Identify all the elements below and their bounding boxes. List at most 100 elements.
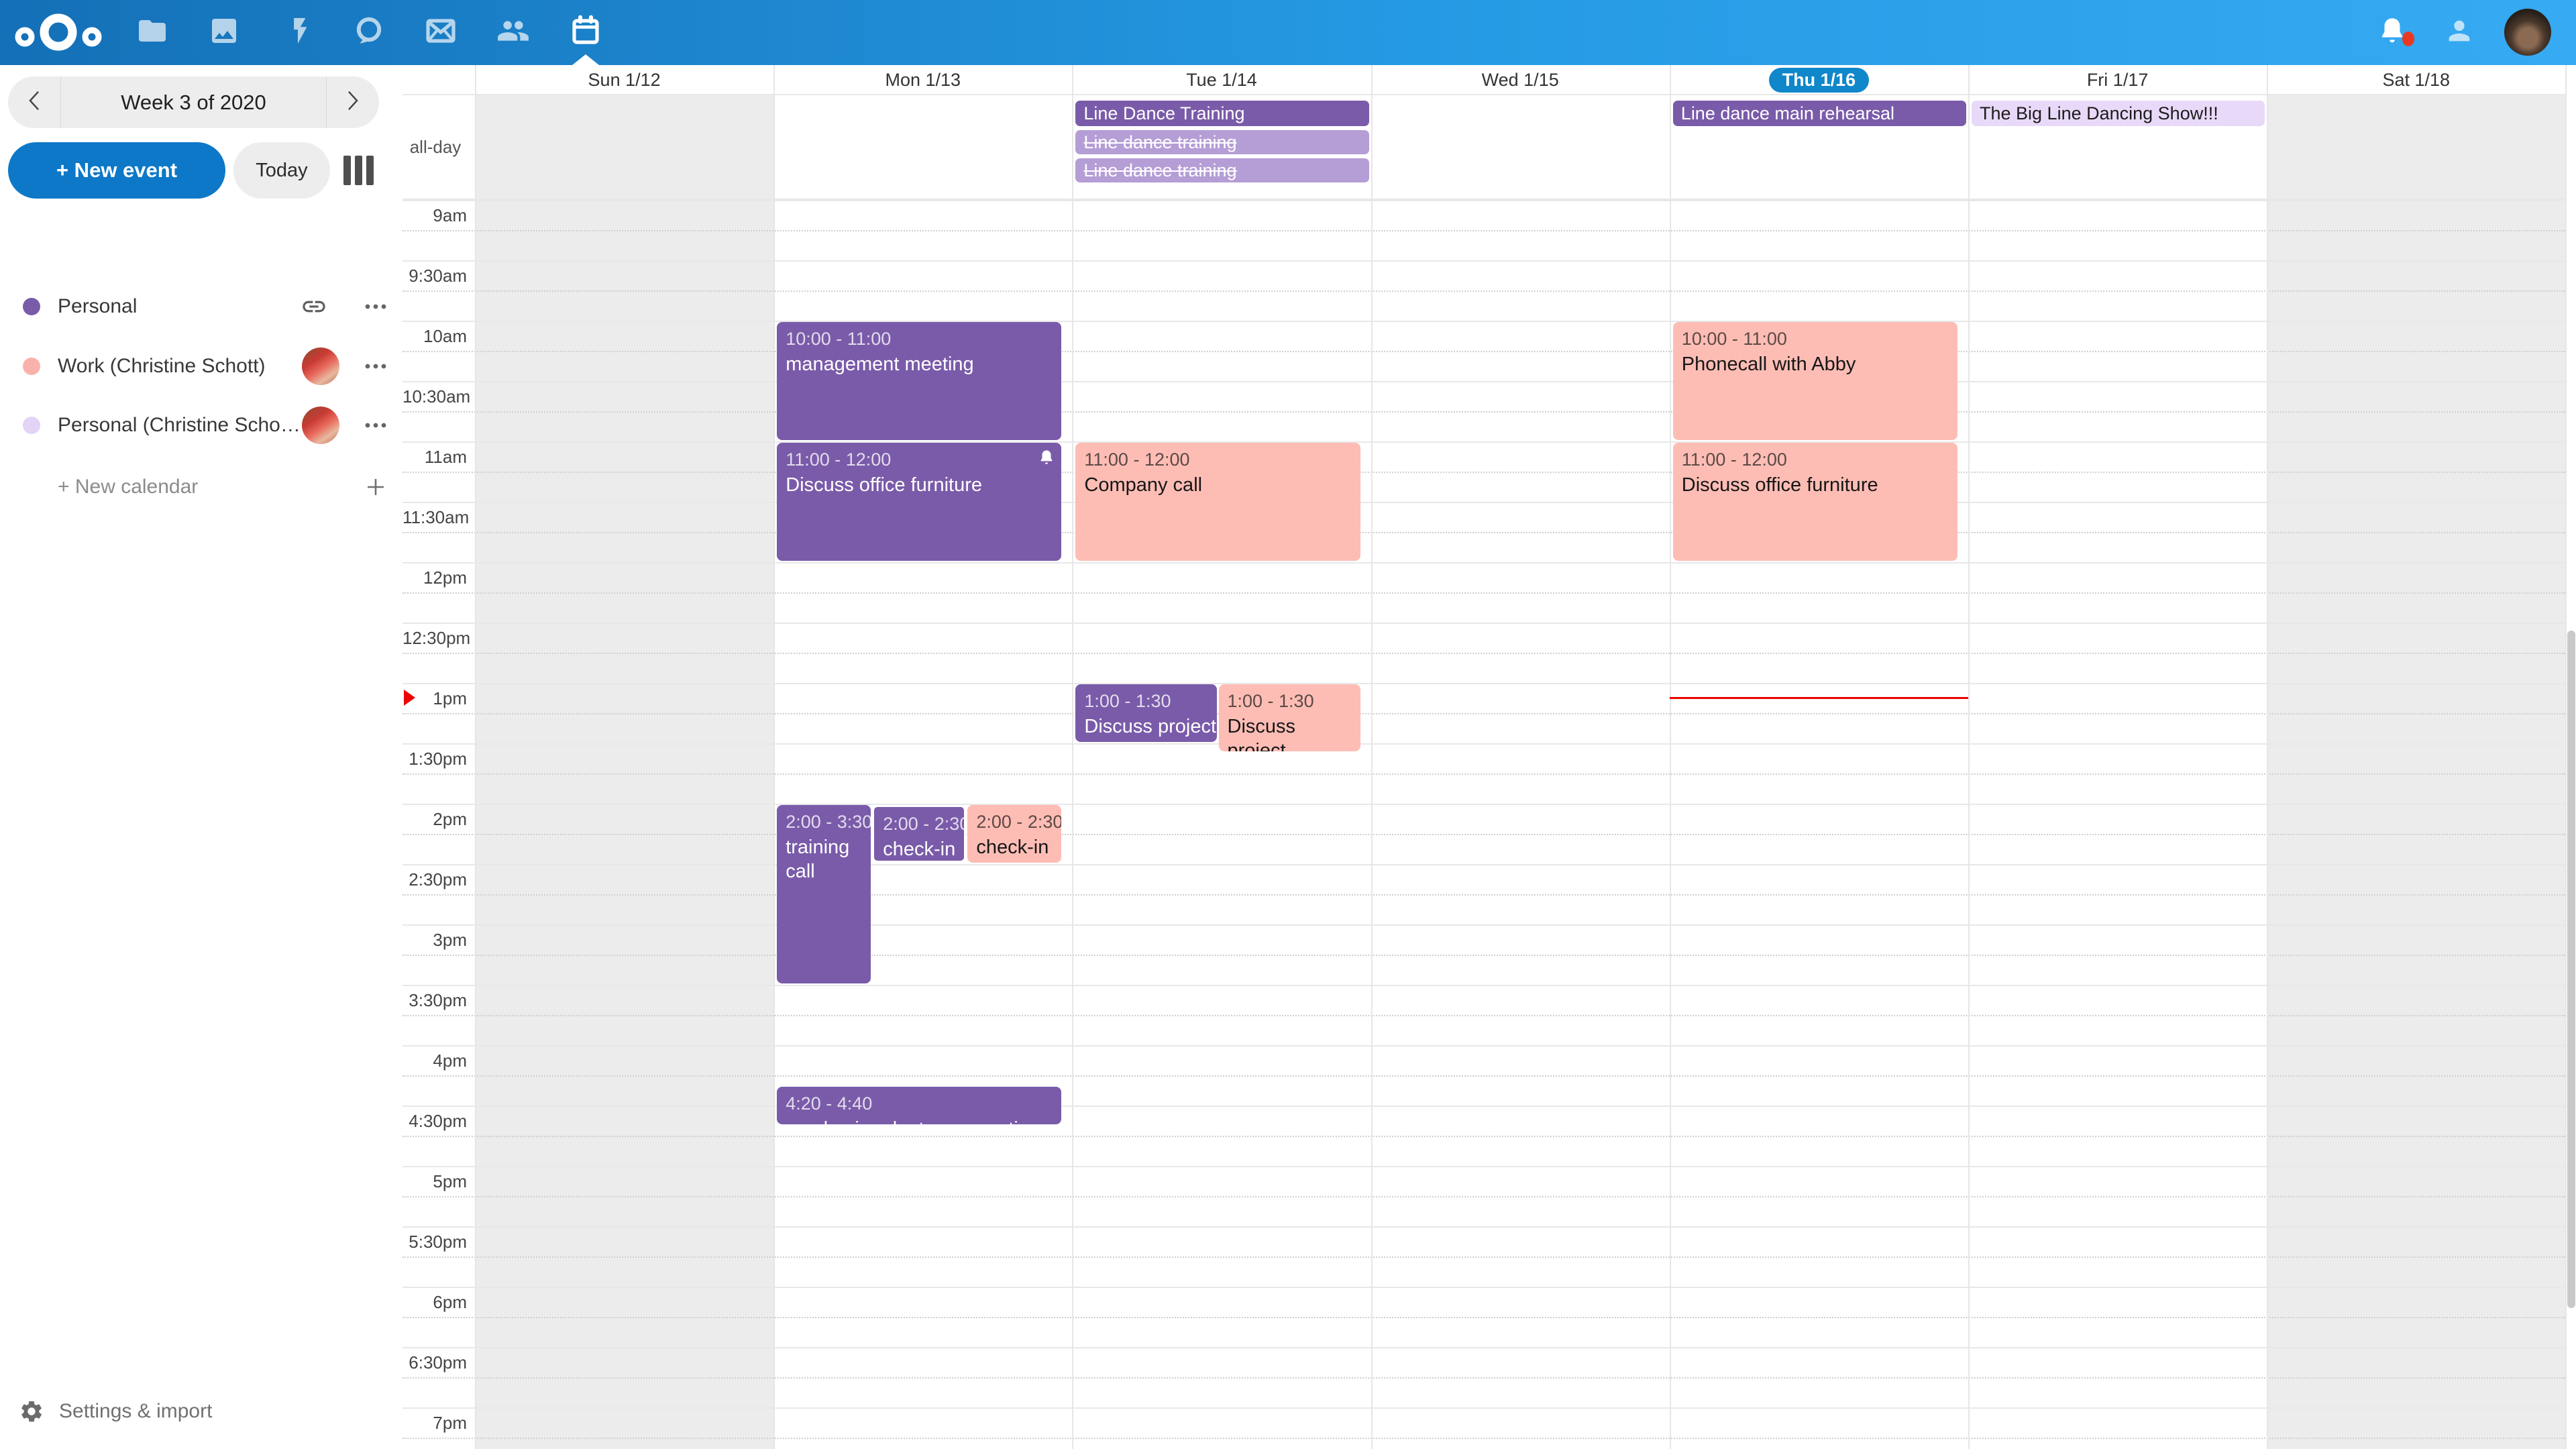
mail-app-button[interactable]: [405, 0, 476, 65]
weekend-column-shading: [2267, 95, 2565, 1449]
nextcloud-logo[interactable]: [13, 0, 104, 65]
slot-minor-line: [402, 653, 2565, 654]
slot-line: [402, 441, 2565, 443]
slot-line: [402, 260, 2565, 262]
event[interactable]: 11:00 - 12:00Discuss office furniture: [1673, 443, 1957, 561]
more-options-icon[interactable]: [361, 352, 390, 381]
calendar-list-item[interactable]: Personal (Christine Scho…: [0, 396, 402, 455]
event[interactable]: 11:00 - 12:00Company call: [1075, 443, 1360, 561]
time-label: 2:30pm: [402, 869, 467, 890]
event-title: purchasing dept conversation: [786, 1117, 1055, 1124]
time-label: 7pm: [402, 1413, 467, 1434]
notifications-button[interactable]: [2365, 0, 2419, 65]
event-time: 11:00 - 12:00: [1682, 448, 1951, 471]
contacts-menu-button[interactable]: [2432, 0, 2486, 65]
allday-event[interactable]: Line dance training: [1075, 130, 1368, 154]
settings-import-button[interactable]: Settings & import: [19, 1391, 212, 1432]
slot-minor-line: [402, 1317, 2565, 1318]
slot-line: [402, 200, 2565, 201]
alarm-bell-icon: [1038, 449, 1055, 470]
event[interactable]: 10:00 - 11:00Phonecall with Abby: [1673, 322, 1957, 440]
previous-week-button[interactable]: [8, 76, 60, 128]
time-label: 11:30am: [402, 507, 467, 528]
contacts-app-button[interactable]: [477, 0, 549, 65]
allday-event[interactable]: Line Dance Training: [1075, 101, 1368, 126]
slot-minor-line: [402, 472, 2565, 473]
event[interactable]: 10:00 - 11:00management meeting: [777, 322, 1061, 440]
day-header-wed[interactable]: Wed 1/15: [1371, 65, 1670, 95]
allday-event[interactable]: Line dance main rehearsal: [1673, 101, 1966, 126]
event-time: 11:00 - 12:00: [1084, 448, 1353, 471]
event-title: Discuss project announcement: [1084, 714, 1210, 739]
day-header-thu[interactable]: Thu 1/16: [1670, 65, 1968, 95]
event-time: 10:00 - 11:00: [786, 327, 1055, 350]
scrollbar-thumb[interactable]: [2567, 631, 2575, 1308]
column-border: [1670, 65, 1671, 1449]
slot-line: [402, 623, 2565, 624]
time-label: 12pm: [402, 568, 467, 588]
day-header-fri[interactable]: Fri 1/17: [1968, 65, 2267, 95]
slot-line: [402, 1347, 2565, 1348]
chevron-right-icon: [344, 89, 362, 115]
event-time: 2:00 - 3:30: [786, 810, 864, 833]
shared-by-avatar: [302, 347, 339, 385]
event-title: Company call: [1084, 473, 1353, 497]
allday-event[interactable]: Line dance training: [1075, 158, 1368, 182]
event[interactable]: 2:00 - 2:30check-in: [872, 805, 966, 863]
user-avatar[interactable]: [2504, 9, 2551, 56]
view-switcher-button[interactable]: [343, 156, 378, 185]
share-link-icon[interactable]: [299, 292, 329, 321]
talk-app-button[interactable]: [333, 0, 405, 65]
event-title: Discuss office furniture: [1682, 473, 1951, 497]
event-title: management meeting: [786, 352, 1055, 376]
calendar-color-dot: [23, 358, 40, 375]
event[interactable]: 1:00 - 1:30Discuss project announcement: [1219, 684, 1360, 751]
day-header-sat[interactable]: Sat 1/18: [2267, 65, 2565, 95]
event-title: Discuss project announcement: [1228, 714, 1354, 751]
now-indicator-arrow: [404, 690, 415, 706]
event[interactable]: 2:00 - 3:30training call: [777, 805, 871, 983]
day-header-mon[interactable]: Mon 1/13: [773, 65, 1072, 95]
calendar-name: Personal: [58, 277, 137, 336]
next-week-button[interactable]: [327, 76, 379, 128]
calendar-icon: [570, 15, 602, 50]
event[interactable]: 1:00 - 1:30Discuss project announcement: [1075, 684, 1217, 742]
calendar-color-dot: [23, 417, 40, 434]
photos-icon: [208, 15, 240, 50]
slot-line: [402, 924, 2565, 926]
calendar-list-item[interactable]: Personal: [0, 277, 402, 336]
event-title: check-in: [883, 837, 957, 861]
calendar-list-item[interactable]: Work (Christine Schott): [0, 337, 402, 396]
slot-line: [402, 502, 2565, 503]
event[interactable]: 4:20 - 4:40 purchasing dept conversation: [777, 1087, 1061, 1124]
column-border: [1968, 65, 1970, 1449]
files-app-button[interactable]: [116, 0, 188, 65]
slot-minor-line: [402, 290, 2565, 292]
event[interactable]: 11:00 - 12:00Discuss office furniture: [777, 443, 1061, 561]
day-header-tue[interactable]: Tue 1/14: [1072, 65, 1371, 95]
time-label: 11am: [402, 447, 467, 468]
event-time: 4:20 - 4:40: [786, 1092, 1055, 1115]
time-label: 9am: [402, 205, 467, 226]
time-label: 2pm: [402, 809, 467, 830]
more-options-icon[interactable]: [361, 411, 390, 440]
new-event-button[interactable]: + New event: [8, 142, 225, 199]
slot-line: [402, 1407, 2565, 1409]
allday-event[interactable]: The Big Line Dancing Show!!!: [1972, 101, 2265, 126]
time-label: 6:30pm: [402, 1352, 467, 1373]
today-button[interactable]: Today: [233, 142, 330, 199]
week-label[interactable]: Week 3 of 2020: [60, 76, 327, 128]
time-label: 12:30pm: [402, 628, 467, 649]
more-options-icon[interactable]: [361, 292, 390, 321]
slot-minor-line: [402, 773, 2565, 775]
slot-line: [402, 562, 2565, 564]
event[interactable]: 2:00 - 2:30check-in: [967, 805, 1061, 863]
event-time: 10:00 - 11:00: [1682, 327, 1951, 350]
photos-app-button[interactable]: [188, 0, 260, 65]
activity-app-button[interactable]: [260, 0, 332, 65]
slot-minor-line: [402, 1136, 2565, 1137]
allday-label: all-day: [402, 95, 468, 199]
slot-line: [402, 1106, 2565, 1107]
day-header-sun[interactable]: Sun 1/12: [475, 65, 773, 95]
new-calendar-row[interactable]: + New calendar: [0, 458, 402, 517]
